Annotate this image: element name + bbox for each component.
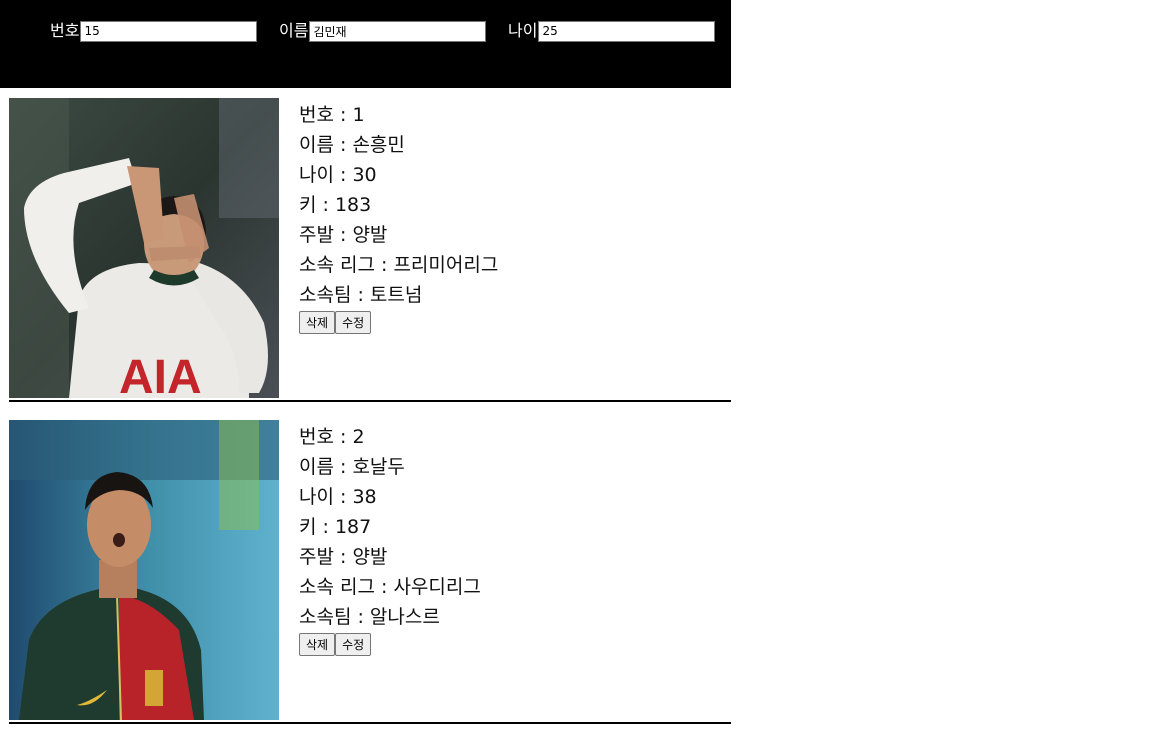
- player-card: 번호 : 2 이름 : 호날두 나이 : 38 키 : 187 주발 : 양발 …: [9, 420, 731, 724]
- edit-button[interactable]: 수정: [335, 633, 372, 656]
- number-input[interactable]: [80, 20, 258, 42]
- number-label: 번호: [50, 21, 80, 40]
- player-team: 소속팀 : 알나스르: [299, 606, 440, 628]
- player-card: AIA 번호 : 1 이름 : 손흥민 나이 : 30 키 : 183 주발 :…: [9, 98, 731, 402]
- player-actions: 삭제 수정: [299, 633, 481, 656]
- name-input[interactable]: [309, 20, 487, 42]
- svg-text:AIA: AIA: [119, 351, 202, 398]
- player-age: 나이 : 30: [299, 164, 377, 186]
- player-number: 번호 : 2: [299, 426, 365, 448]
- player-actions: 삭제 수정: [299, 311, 498, 334]
- age-label: 나이: [508, 21, 538, 40]
- edit-button[interactable]: 수정: [335, 311, 372, 334]
- name-field: 이름: [279, 20, 487, 42]
- player-photo-image: [9, 420, 279, 720]
- input-form-bar: 번호 이름 나이: [0, 0, 731, 88]
- player-number: 번호 : 1: [299, 104, 365, 126]
- player-league: 소속 리그 : 사우디리그: [299, 576, 481, 598]
- age-field: 나이: [508, 20, 716, 42]
- player-info: 번호 : 1 이름 : 손흥민 나이 : 30 키 : 183 주발 : 양발 …: [299, 100, 498, 334]
- player-height: 키 : 183: [299, 194, 372, 216]
- player-league: 소속 리그 : 프리미어리그: [299, 254, 499, 276]
- player-info: 번호 : 2 이름 : 호날두 나이 : 38 키 : 187 주발 : 양발 …: [299, 422, 481, 656]
- player-foot: 주발 : 양발: [299, 546, 388, 568]
- number-field: 번호: [50, 20, 258, 42]
- player-name: 이름 : 호날두: [299, 456, 405, 478]
- delete-button[interactable]: 삭제: [299, 311, 336, 334]
- player-name: 이름 : 손흥민: [299, 134, 405, 156]
- player-photo-image: AIA: [9, 98, 279, 398]
- player-foot: 주발 : 양발: [299, 224, 388, 246]
- delete-button[interactable]: 삭제: [299, 633, 336, 656]
- name-label: 이름: [279, 21, 309, 40]
- age-input[interactable]: [538, 20, 716, 42]
- player-height: 키 : 187: [299, 516, 372, 538]
- player-photo: [9, 420, 279, 720]
- player-age: 나이 : 38: [299, 486, 377, 508]
- player-photo: AIA: [9, 98, 279, 398]
- player-team: 소속팀 : 토트넘: [299, 284, 423, 306]
